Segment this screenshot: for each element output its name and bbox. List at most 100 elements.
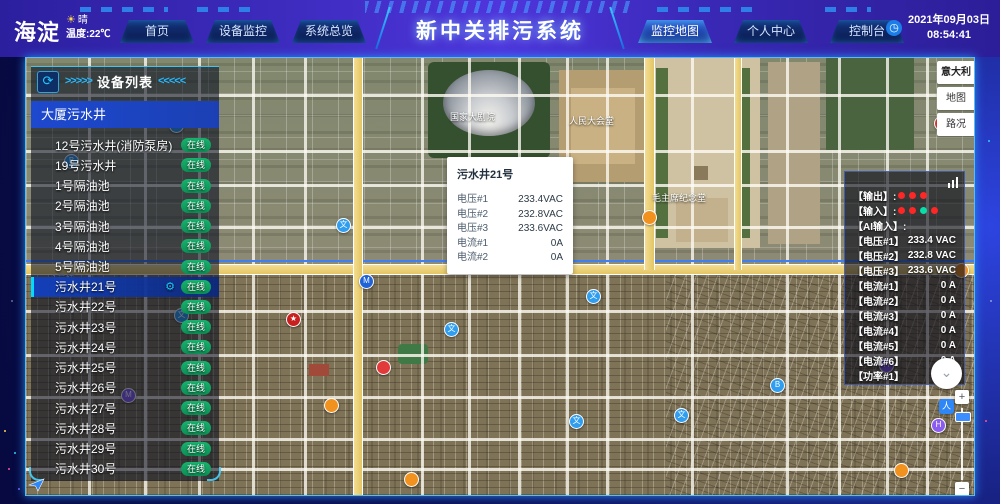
device-label: 污水井23号 (55, 319, 181, 336)
status-dot-icon (909, 207, 916, 214)
panel-reading-value: 0 A (941, 325, 956, 336)
page-title: 新中关排污系统 (416, 15, 584, 45)
panel-status-row: 【AI输入】: (853, 218, 956, 233)
zoom-slider-handle[interactable] (955, 412, 971, 422)
panel-reading-row: 【电压#2】232.8 VAC (853, 248, 956, 263)
device-list-item[interactable]: 19号污水井在线 (31, 155, 219, 175)
poi-marker-icon[interactable]: 文 (586, 289, 601, 304)
poi-marker-icon[interactable]: 文 (336, 218, 351, 233)
reading-value: 0A (551, 237, 563, 252)
poi-marker-icon[interactable] (894, 463, 909, 478)
device-list-title: 设备列表 (97, 72, 153, 91)
gear-icon[interactable]: ⚙ (165, 280, 175, 293)
panel-reading-value: 0 A (941, 310, 956, 321)
status-dot-icon (898, 192, 905, 199)
device-list-item[interactable]: 4号隔油池在线 (31, 236, 219, 256)
device-list-item[interactable]: 2号隔油池在线 (31, 196, 219, 216)
device-list-item[interactable]: 污水井21号⚙ 在线 (31, 277, 219, 297)
device-list-item[interactable]: 污水井24号在线 (31, 337, 219, 357)
device-label: 污水井29号 (55, 440, 181, 457)
poi-marker-icon[interactable] (642, 210, 657, 225)
device-label: 污水井30号 (55, 460, 181, 477)
bar-chart-icon (948, 177, 958, 188)
nav-button[interactable]: 首页 (120, 20, 194, 43)
map-road (304, 58, 307, 495)
device-list-item[interactable]: 污水井22号在线 (31, 297, 219, 317)
device-list: 12号污水井(消防泵房)在线19号污水井在线1号隔油池在线2号隔油池在线3号隔油… (31, 135, 219, 479)
header-hatch-deco (365, 1, 633, 13)
online-status-badge: 在线 (181, 239, 211, 253)
device-label: 污水井28号 (55, 420, 181, 437)
device-list-item[interactable]: 污水井27号在线 (31, 398, 219, 418)
nav-button[interactable]: 系统总览 (292, 20, 366, 43)
device-list-item[interactable]: 1号隔油池在线 (31, 175, 219, 195)
map-layer-option[interactable]: 地图 (937, 87, 975, 110)
popup-readings: 电压#1233.4VAC电压#2232.8VAC电压#3233.6VAC电流#1… (457, 193, 563, 266)
poi-marker-icon[interactable]: 文 (674, 408, 689, 423)
status-dot-icon (898, 207, 905, 214)
poi-marker-icon[interactable]: H (931, 418, 946, 433)
online-status-badge: 在线 (181, 280, 211, 294)
device-list-item[interactable]: 5号隔油池在线 (31, 256, 219, 276)
refresh-icon[interactable]: ⟳ (37, 71, 59, 93)
map-road (786, 58, 789, 495)
status-dot-icon (931, 207, 938, 214)
nav-group-right: 监控地图个人中心控制台 (638, 20, 904, 43)
panel-reading-label: 【电流#2】 (853, 293, 904, 308)
status-dots (898, 207, 938, 214)
panel-reading-row: 【电流#1】0 A (853, 278, 956, 293)
panel-reading-row: 【电流#2】0 A (853, 293, 956, 308)
poi-marker-icon[interactable] (376, 360, 391, 375)
device-info-popup: 污水井21号 电压#1233.4VAC电压#2232.8VAC电压#3233.6… (447, 157, 573, 274)
device-label: 2号隔油池 (55, 197, 181, 214)
online-status-badge: 在线 (181, 199, 211, 213)
device-label: 污水井22号 (55, 298, 181, 315)
weather-widget: ☀晴 温度:22℃ (66, 13, 110, 41)
map-canvas[interactable]: 国家大剧院人民大会堂毛主席纪念堂1号线 文B文文M文文文B文HHM★ 污水井21… (25, 57, 975, 496)
nav-button[interactable]: 设备监控 (206, 20, 280, 43)
device-label: 污水井24号 (55, 339, 181, 356)
header-dots-deco (825, 7, 871, 12)
panel-collapse-button[interactable]: ⌄ (931, 358, 962, 389)
poi-marker-icon[interactable]: ★ (286, 312, 301, 327)
map-main-road (734, 58, 742, 270)
poi-marker-icon[interactable]: 文 (444, 322, 459, 337)
streetview-pegman-icon[interactable]: 人 (939, 399, 954, 414)
zoom-out-button[interactable]: − (955, 482, 969, 496)
device-category-header[interactable]: 大厦污水井 (31, 101, 219, 128)
status-dot-icon (909, 192, 916, 199)
nav-button[interactable]: 个人中心 (734, 20, 808, 43)
panel-status-row: 【输出】: (853, 188, 956, 203)
title-frame-line (375, 7, 390, 49)
device-label: 污水井26号 (55, 379, 181, 396)
poi-marker-icon[interactable]: B (770, 378, 785, 393)
online-status-badge: 在线 (181, 138, 211, 152)
reading-label: 电压#3 (457, 222, 488, 237)
title-frame-line (609, 7, 624, 49)
poi-marker-icon[interactable] (324, 398, 339, 413)
device-label: 污水井27号 (55, 400, 181, 417)
popup-reading-row: 电压#3233.6VAC (457, 222, 563, 237)
map-layer-option[interactable]: 路况 (937, 113, 975, 136)
device-list-item[interactable]: 3号隔油池在线 (31, 216, 219, 236)
device-list-item[interactable]: 污水井30号在线 (31, 459, 219, 479)
map-road (691, 58, 694, 495)
device-label: 污水井21号 (55, 278, 165, 295)
device-list-item[interactable]: 污水井23号在线 (31, 317, 219, 337)
device-list-item[interactable]: 污水井25号在线 (31, 358, 219, 378)
zoom-in-button[interactable]: + (955, 390, 969, 404)
poi-marker-icon[interactable]: M (359, 274, 374, 289)
poi-marker-icon[interactable] (404, 472, 419, 487)
online-status-badge: 在线 (181, 219, 211, 233)
map-layer-option[interactable]: 意大利 (937, 61, 975, 84)
device-list-item[interactable]: 污水井28号在线 (31, 418, 219, 438)
device-list-item[interactable]: 污水井26号在线 (31, 378, 219, 398)
online-status-badge: 在线 (181, 361, 211, 375)
panel-reading-value: 0 A (941, 340, 956, 351)
poi-marker-icon[interactable]: 文 (569, 414, 584, 429)
nav-button[interactable]: 监控地图 (638, 20, 712, 43)
device-list-item[interactable]: 污水井29号在线 (31, 439, 219, 459)
device-list-item[interactable]: 12号污水井(消防泵房)在线 (31, 135, 219, 155)
datetime-widget: ◷ 2021年09月03日 08:54:41 (886, 13, 990, 43)
district-label: 海淀 (14, 15, 60, 47)
